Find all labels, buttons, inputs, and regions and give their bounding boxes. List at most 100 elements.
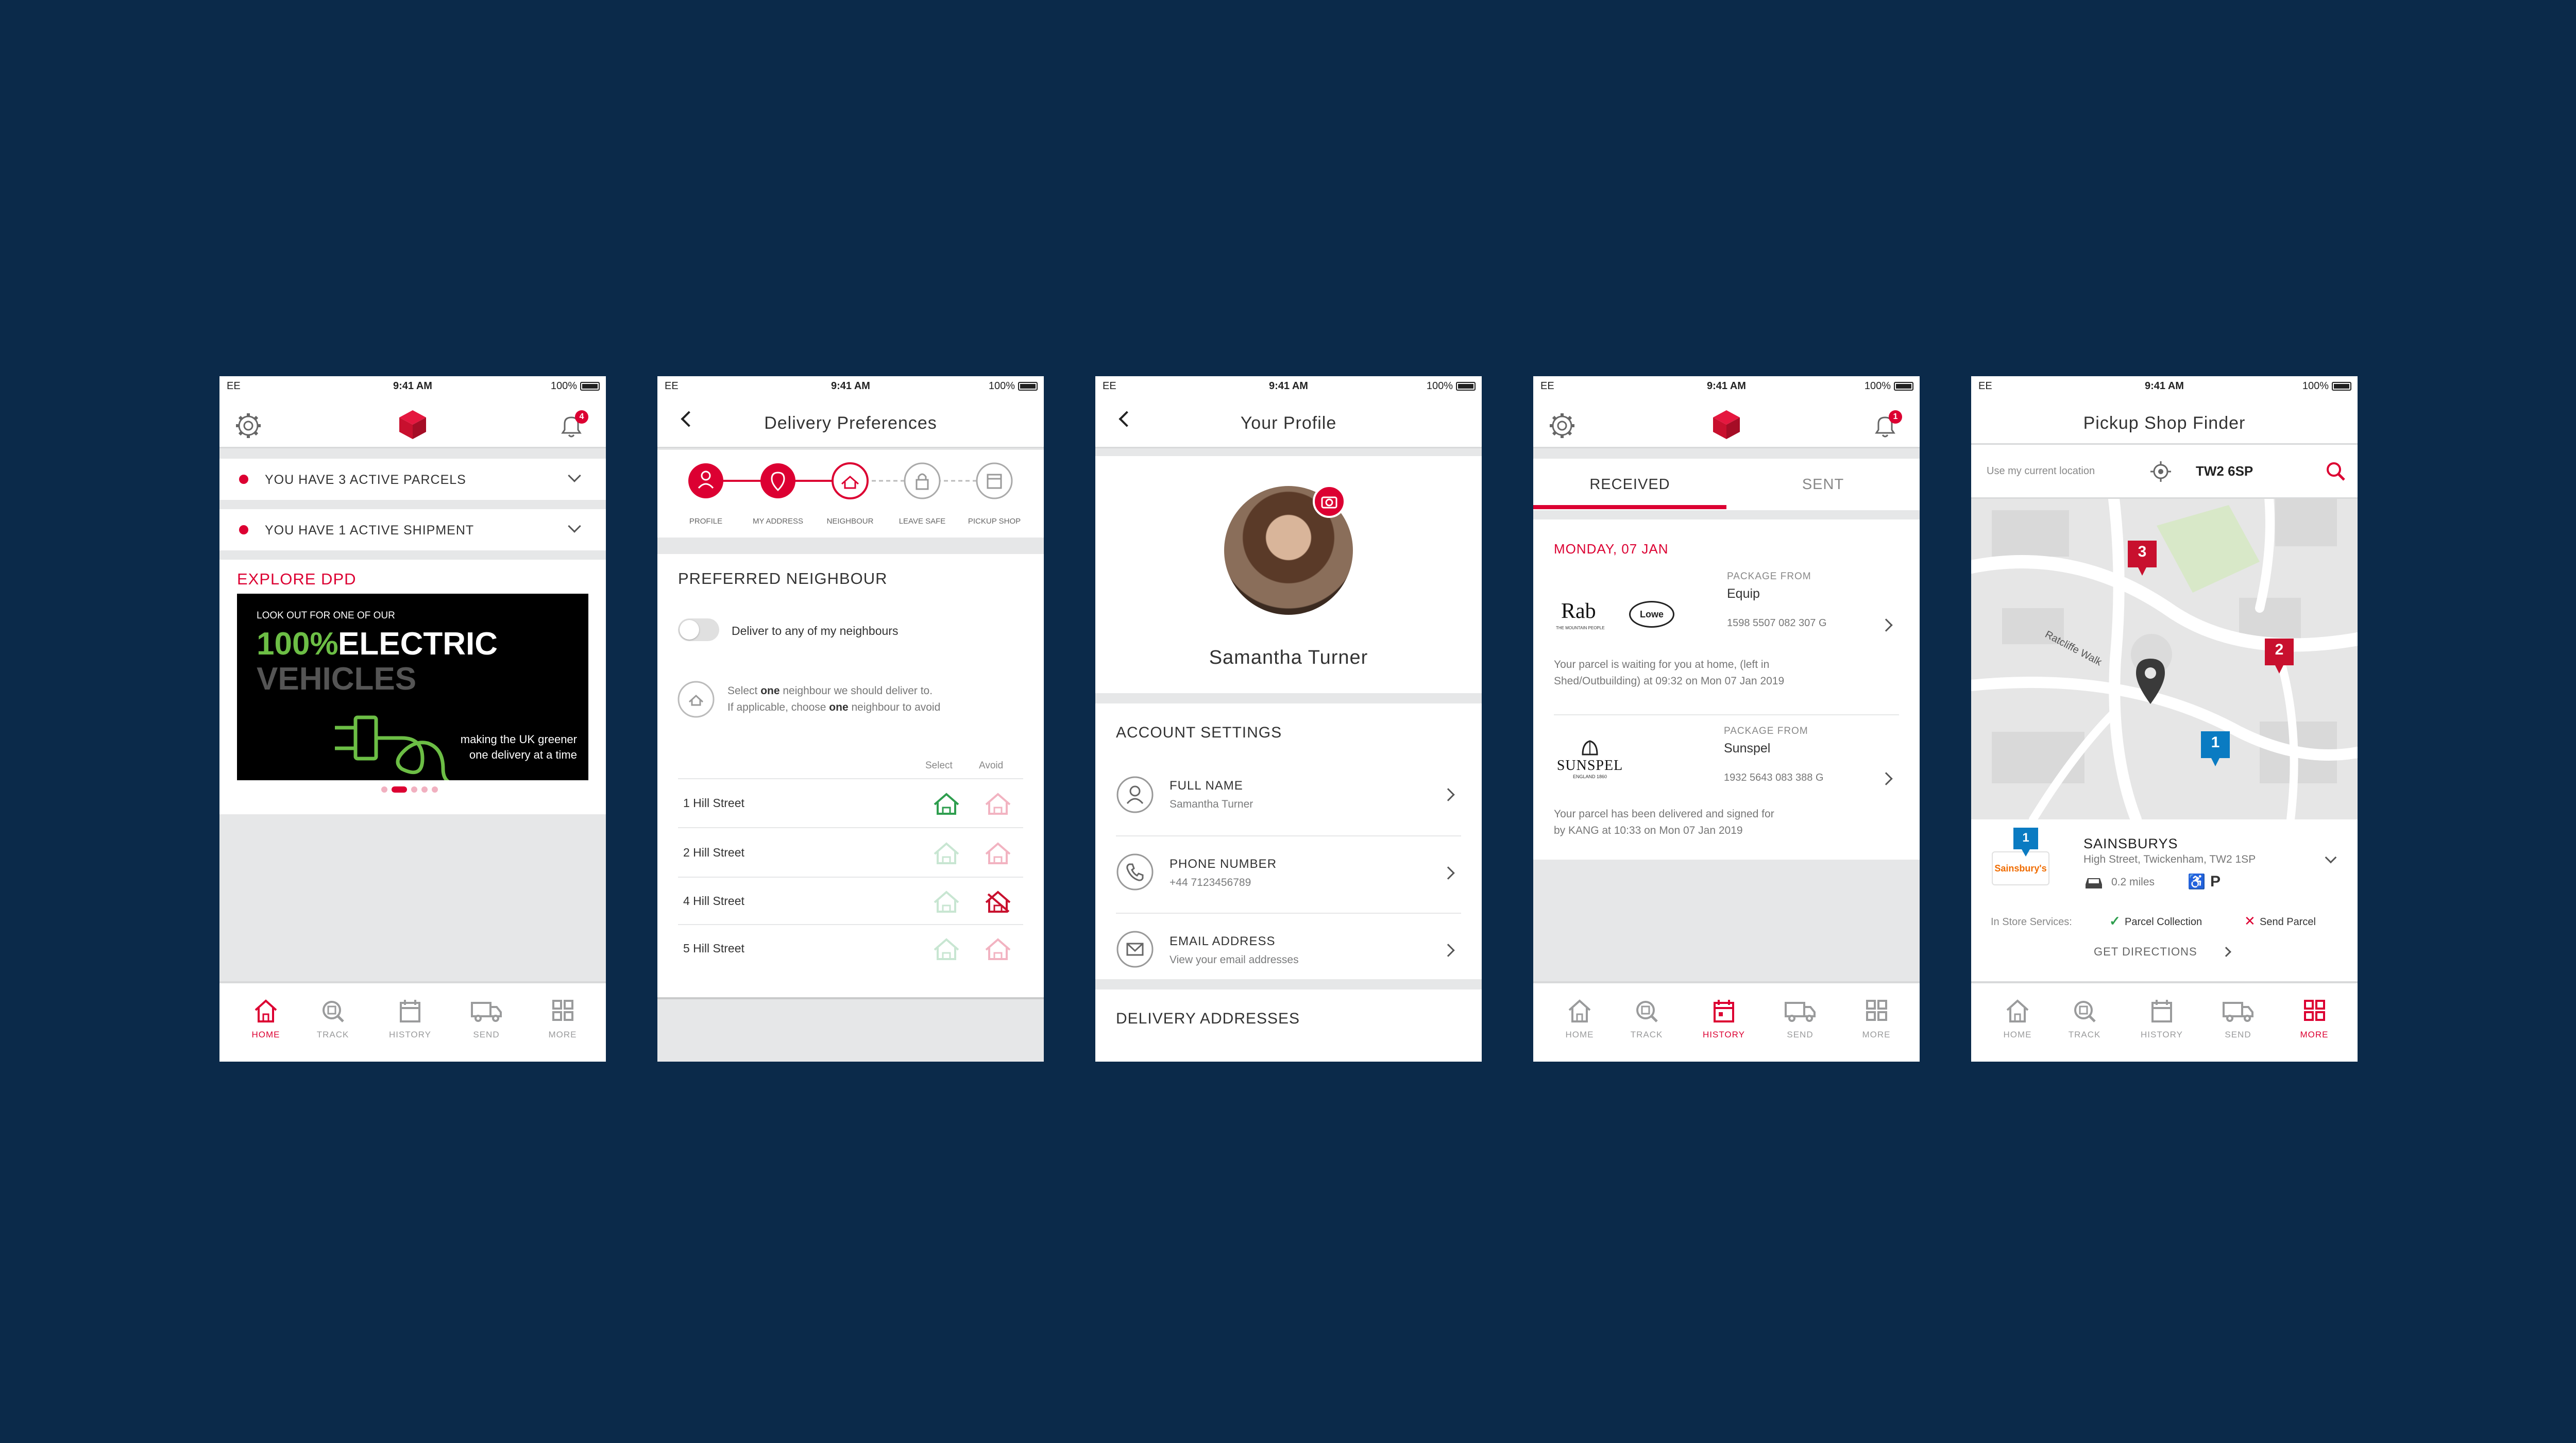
active-parcels-row[interactable]: YOU HAVE 3 ACTIVE PARCELS bbox=[219, 459, 606, 500]
leave-safe-step-icon bbox=[904, 462, 941, 499]
house-select-icon[interactable] bbox=[931, 841, 961, 866]
banner-line1: ELECTRIC bbox=[338, 626, 498, 662]
calendar-icon bbox=[1714, 1000, 1734, 1022]
get-directions-link[interactable]: GET DIRECTIONS bbox=[2094, 945, 2197, 959]
active-shipment-row[interactable]: YOU HAVE 1 ACTIVE SHIPMENT bbox=[219, 509, 606, 550]
neighbour-step-icon bbox=[832, 462, 869, 499]
list-item[interactable]: SUNSPEL ENGLAND 1860 PACKAGE FROM Sunspe… bbox=[1554, 726, 1899, 860]
field-label: EMAIL ADDRESS bbox=[1170, 934, 1276, 948]
field-label: FULL NAME bbox=[1170, 779, 1243, 793]
map-area[interactable]: Ratcliffe Walk Use my current location T… bbox=[1971, 443, 2358, 819]
sender-logo: Rab THE MOUNTAIN PEOPLE Lowe alpine bbox=[1554, 597, 1698, 638]
nav-history[interactable]: HISTORY bbox=[2123, 999, 2200, 1040]
electric-vehicles-banner[interactable]: LOOK OUT FOR ONE OF OUR 100% ELECTRIC VE… bbox=[237, 594, 588, 796]
tab-sent[interactable]: SENT bbox=[1726, 476, 1920, 493]
clock: 9:41 AM bbox=[2145, 380, 2184, 392]
active-parcels-label: YOU HAVE 3 ACTIVE PARCELS bbox=[265, 473, 466, 487]
chevron-down-icon[interactable] bbox=[2325, 851, 2337, 864]
grid-icon bbox=[2304, 1000, 2325, 1021]
nav-track[interactable]: TRACK bbox=[1608, 999, 1685, 1040]
shop-detail-card[interactable]: Sainsbury's 1 SAINSBURYS High Street, Tw… bbox=[1971, 819, 2358, 983]
stepper-track bbox=[688, 462, 1013, 499]
house-select-icon[interactable] bbox=[931, 936, 961, 962]
gear-icon[interactable] bbox=[234, 411, 263, 440]
shop-name: SAINSBURYS bbox=[2083, 836, 2178, 851]
toggle-switch[interactable] bbox=[678, 618, 719, 641]
nav-home[interactable]: HOME bbox=[1541, 999, 1618, 1040]
tab-received[interactable]: RECEIVED bbox=[1533, 476, 1726, 493]
step-label-pickup-shop: PICKUP SHOP bbox=[968, 517, 1021, 526]
toggle-label: Deliver to any of my neighbours bbox=[732, 624, 899, 637]
lowe-alpine-logo: Lowe alpine bbox=[1629, 601, 1674, 628]
email-address-row[interactable]: EMAIL ADDRESS View your email addresses bbox=[1116, 914, 1461, 981]
delivery-addresses-row[interactable]: DELIVERY ADDRESSES bbox=[1095, 989, 1482, 1062]
header: Pickup Shop Finder bbox=[1971, 397, 2358, 443]
nav-history[interactable]: HISTORY bbox=[371, 999, 449, 1040]
map-streets bbox=[1971, 443, 2358, 819]
logo-subtext: THE MOUNTAIN PEOPLE bbox=[1556, 626, 1605, 630]
home-icon bbox=[2006, 999, 2029, 1022]
phone-icon bbox=[1116, 853, 1154, 891]
explore-section: EXPLORE DPD LOOK OUT FOR ONE OF OUR 100%… bbox=[219, 560, 606, 796]
banner-kicker: LOOK OUT FOR ONE OF OUR bbox=[257, 610, 395, 621]
carousel-dots[interactable] bbox=[219, 780, 606, 814]
parking-icon: P bbox=[2210, 873, 2221, 890]
status-message: Your parcel is waiting for you at home, … bbox=[1554, 659, 1770, 670]
clock: 9:41 AM bbox=[831, 380, 870, 392]
battery-label: 100% bbox=[1426, 380, 1453, 392]
nav-more[interactable]: MORE bbox=[2276, 999, 2353, 1040]
mail-icon bbox=[1116, 931, 1154, 968]
search-icon[interactable] bbox=[2325, 460, 2347, 483]
crest-icon bbox=[1582, 740, 1598, 756]
nav-home[interactable]: HOME bbox=[227, 999, 304, 1040]
nav-home[interactable]: HOME bbox=[1979, 999, 2056, 1040]
check-icon: ✓ bbox=[2109, 913, 2121, 929]
battery-label: 100% bbox=[1864, 380, 1891, 392]
nav-history[interactable]: HISTORY bbox=[1685, 999, 1762, 1040]
clock: 9:41 AM bbox=[1269, 380, 1308, 392]
house-avoid-icon[interactable] bbox=[983, 841, 1013, 866]
house-avoid-icon[interactable] bbox=[983, 889, 1013, 915]
camera-icon[interactable] bbox=[1313, 485, 1346, 518]
screen-delivery-preferences: EE 9:41 AM 100% Delivery Preferences PRO… bbox=[657, 376, 1044, 1062]
nav-track[interactable]: TRACK bbox=[294, 999, 371, 1040]
nav-more[interactable]: MORE bbox=[524, 999, 601, 1040]
house-select-icon[interactable] bbox=[931, 791, 961, 817]
screen-your-profile: EE 9:41 AM 100% Your Profile Samantha Tu… bbox=[1095, 376, 1482, 1062]
gear-icon[interactable] bbox=[1548, 411, 1577, 440]
section-title: DELIVERY ADDRESSES bbox=[1116, 1010, 1300, 1027]
nav-send[interactable]: SEND bbox=[1761, 999, 1839, 1040]
chevron-right-icon bbox=[1879, 618, 1893, 632]
house-avoid-icon[interactable] bbox=[983, 791, 1013, 817]
banner-tag1: making the UK greener bbox=[460, 733, 577, 746]
bottom-nav: HOME TRACK HISTORY SEND MORE bbox=[219, 981, 606, 1062]
battery-label: 100% bbox=[2302, 380, 2329, 392]
history-tabs: RECEIVED SENT bbox=[1533, 459, 1920, 510]
chevron-right-icon bbox=[1879, 772, 1893, 785]
house-select-icon[interactable] bbox=[931, 889, 961, 915]
grid-icon bbox=[552, 1000, 573, 1021]
phone-number-row[interactable]: PHONE NUMBER +44 7123456789 bbox=[1116, 836, 1461, 914]
column-select: Select bbox=[925, 760, 953, 771]
nav-send[interactable]: SEND bbox=[2199, 999, 2277, 1040]
location-target-icon[interactable] bbox=[2148, 459, 2173, 484]
column-avoid: Avoid bbox=[979, 760, 1004, 771]
list-item[interactable]: Rab THE MOUNTAIN PEOPLE Lowe alpine PACK… bbox=[1554, 571, 1899, 715]
nav-more[interactable]: MORE bbox=[1838, 999, 1915, 1040]
use-location-label[interactable]: Use my current location bbox=[1987, 465, 2095, 477]
shop-pin-number: 1 bbox=[2022, 831, 2029, 845]
nav-send[interactable]: SEND bbox=[448, 999, 525, 1040]
status-message: by KANG at 10:33 on Mon 07 Jan 2019 bbox=[1554, 825, 1743, 836]
shop-distance: 0.2 miles bbox=[2111, 876, 2155, 888]
calendar-icon bbox=[2151, 1000, 2172, 1022]
date-header: MONDAY, 07 JAN bbox=[1554, 541, 1669, 557]
nav-track[interactable]: TRACK bbox=[2046, 999, 2123, 1040]
house-avoid-icon[interactable] bbox=[983, 936, 1013, 962]
status-bar: EE 9:41 AM 100% bbox=[1971, 376, 2358, 397]
full-name-row[interactable]: FULL NAME Samantha Turner bbox=[1116, 764, 1461, 836]
package-from-label: PACKAGE FROM bbox=[1727, 571, 1811, 582]
postcode-input[interactable]: TW2 6SP bbox=[2196, 463, 2253, 479]
field-value: +44 7123456789 bbox=[1170, 877, 1251, 888]
tab-indicator bbox=[1533, 505, 1726, 509]
notification-badge: 4 bbox=[575, 410, 588, 424]
